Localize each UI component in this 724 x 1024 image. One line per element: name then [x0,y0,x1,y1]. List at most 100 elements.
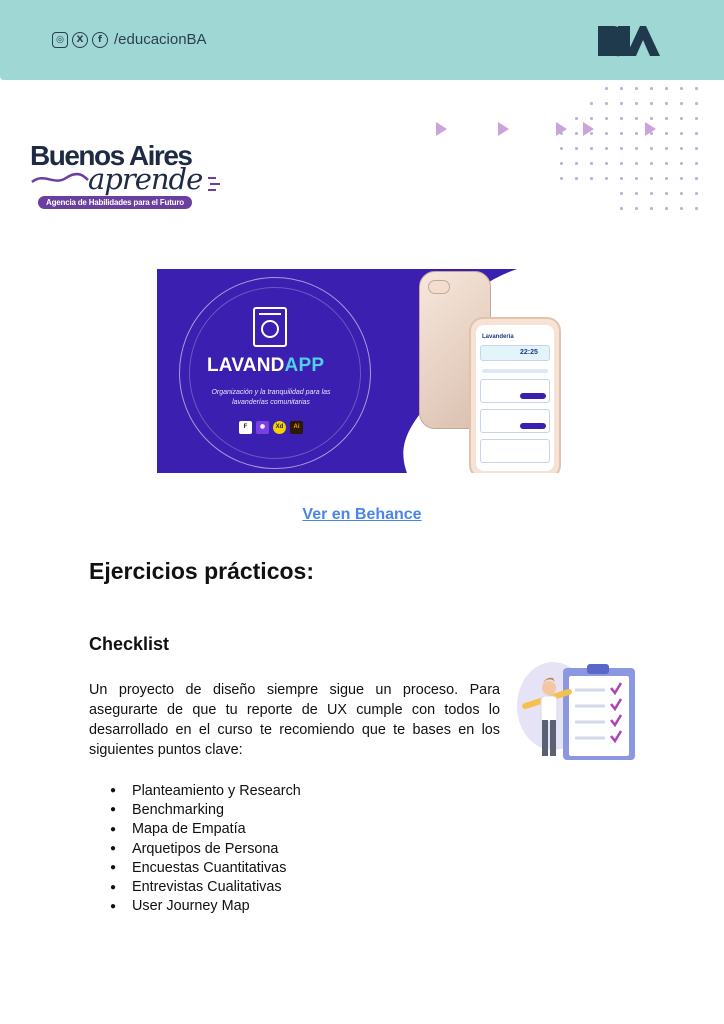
dot [620,147,623,150]
dot [620,102,623,105]
dot [650,87,653,90]
triangle-icon [436,122,447,136]
dot [680,177,683,180]
ba-logo [598,26,660,57]
header-band: ◎ X f /educacionBA [0,0,724,80]
dot [590,177,593,180]
dot [665,192,668,195]
social-handle[interactable]: /educacionBA [114,31,207,48]
subsection-title: Checklist [89,634,170,654]
dot [620,177,623,180]
dot [695,162,698,165]
dot [650,192,653,195]
dot [560,162,563,165]
dot [590,162,593,165]
dots-decoration [555,84,724,224]
dot [665,147,668,150]
dot [605,102,608,105]
triangle-icon [583,122,594,136]
dot [695,117,698,120]
dot [650,207,653,210]
dot [650,102,653,105]
list-item: ● Arquetipos de Persona [110,840,279,857]
lavandapp-banner[interactable]: LAVANDAPP Organización y la tranquilidad… [157,269,567,473]
triangle-icon [556,122,567,136]
dot [635,162,638,165]
dot [575,147,578,150]
dot [635,147,638,150]
dot [590,102,593,105]
dot [575,117,578,120]
dot [635,177,638,180]
xd-icon: Xd [273,421,286,434]
checklist: ● Planteamiento y Research ● Benchmarking … [110,781,301,916]
dot [620,207,623,210]
app-tagline: Organización y la tranquilidad para las … [211,389,331,406]
dot [650,147,653,150]
dot [650,162,653,165]
dot [650,117,653,120]
dot [635,192,638,195]
dot [605,147,608,150]
logo-subtitle: aprende [88,162,203,196]
buenos-aires-aprende-logo: Buenos Aires aprende Agencia de Habilida… [30,140,230,212]
intro-paragraph: Un proyecto de diseño siempre sigue un p… [89,682,500,759]
dot [695,147,698,150]
tool-icons: F ◉ Xd Ai [239,421,303,434]
dot [605,162,608,165]
phone-front-image: Lavandería 22:25 [469,317,561,473]
dot [560,177,563,180]
dot [605,117,608,120]
dot [695,102,698,105]
dot [680,102,683,105]
instagram-icon[interactable]: ◎ [52,31,68,48]
tool-icon: ◉ [256,421,269,434]
dot [635,102,638,105]
social-links: ◎ X f /educacionBA [52,31,207,48]
list-item: ● Benchmarking [110,801,224,818]
dot [680,117,683,120]
triangle-icon [498,122,509,136]
dot [575,162,578,165]
dot [680,192,683,195]
dot [680,87,683,90]
list-item: ● Entrevistas Cualitativas [110,879,282,896]
dot [620,117,623,120]
dot [695,207,698,210]
dot [665,117,668,120]
dot [695,177,698,180]
dot [620,87,623,90]
dot [635,117,638,120]
x-icon[interactable]: X [72,31,88,48]
dot [620,192,623,195]
app-title: LAVANDAPP [207,355,325,376]
dot [575,177,578,180]
list-item: ● User Journey Map [110,898,250,915]
triangle-icon [645,122,656,136]
arrows-decoration [0,122,724,138]
dot [680,162,683,165]
dot [635,207,638,210]
dot [635,87,638,90]
dot [620,162,623,165]
dot [665,102,668,105]
dot [605,177,608,180]
facebook-icon[interactable]: f [92,31,108,48]
dot [695,87,698,90]
dot [590,117,593,120]
dot [650,177,653,180]
behance-link[interactable]: Ver en Behance [0,506,724,524]
dot [590,147,593,150]
dot [665,162,668,165]
illustrator-icon: Ai [290,421,303,434]
figma-icon: F [239,421,252,434]
logo-tagline: Agencia de Habilidades para el Futuro [38,196,192,209]
dot [665,87,668,90]
washing-machine-icon [253,307,287,347]
dot [680,147,683,150]
dot [665,177,668,180]
dot [665,207,668,210]
list-item: ● Planteamiento y Research [110,782,301,799]
dot [695,192,698,195]
section-title: Ejercicios prácticos: [89,558,314,584]
